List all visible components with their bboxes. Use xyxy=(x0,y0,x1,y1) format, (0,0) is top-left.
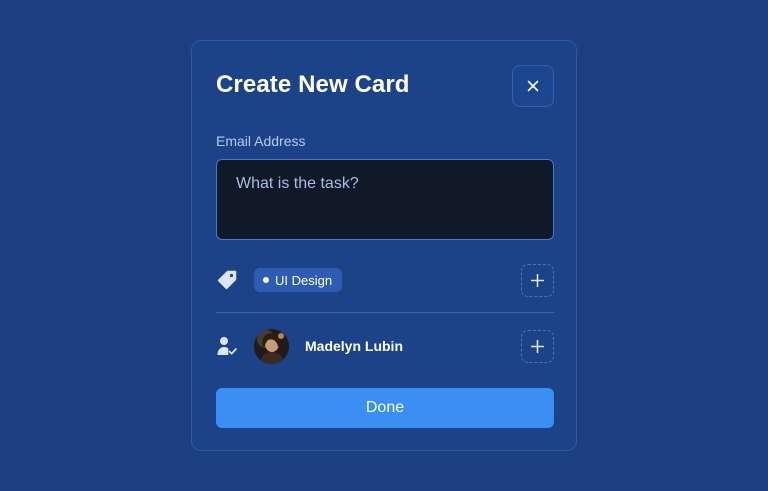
user-check-icon xyxy=(217,337,237,355)
member-name: Madelyn Lubin xyxy=(305,338,403,354)
tags-row: UI Design xyxy=(216,263,554,297)
plus-icon xyxy=(531,340,544,353)
task-field-label: Email Address xyxy=(216,133,306,149)
create-card-modal: Create New Card Email Address UI Design xyxy=(191,40,577,451)
members-row: Madelyn Lubin xyxy=(216,329,554,364)
add-tag-button[interactable] xyxy=(521,264,554,297)
task-input[interactable] xyxy=(216,159,554,240)
divider xyxy=(216,312,554,313)
tag-label: UI Design xyxy=(275,272,333,288)
tag-dot xyxy=(263,277,269,283)
member-photo xyxy=(254,329,289,364)
done-button[interactable]: Done xyxy=(216,388,554,428)
modal-title: Create New Card xyxy=(216,71,410,98)
plus-icon xyxy=(531,274,544,287)
add-member-button[interactable] xyxy=(521,330,554,363)
tag-icon xyxy=(217,270,237,290)
close-icon xyxy=(527,80,539,92)
tag-chip[interactable]: UI Design xyxy=(254,268,343,292)
close-button[interactable] xyxy=(512,65,554,107)
avatar[interactable] xyxy=(254,329,289,364)
